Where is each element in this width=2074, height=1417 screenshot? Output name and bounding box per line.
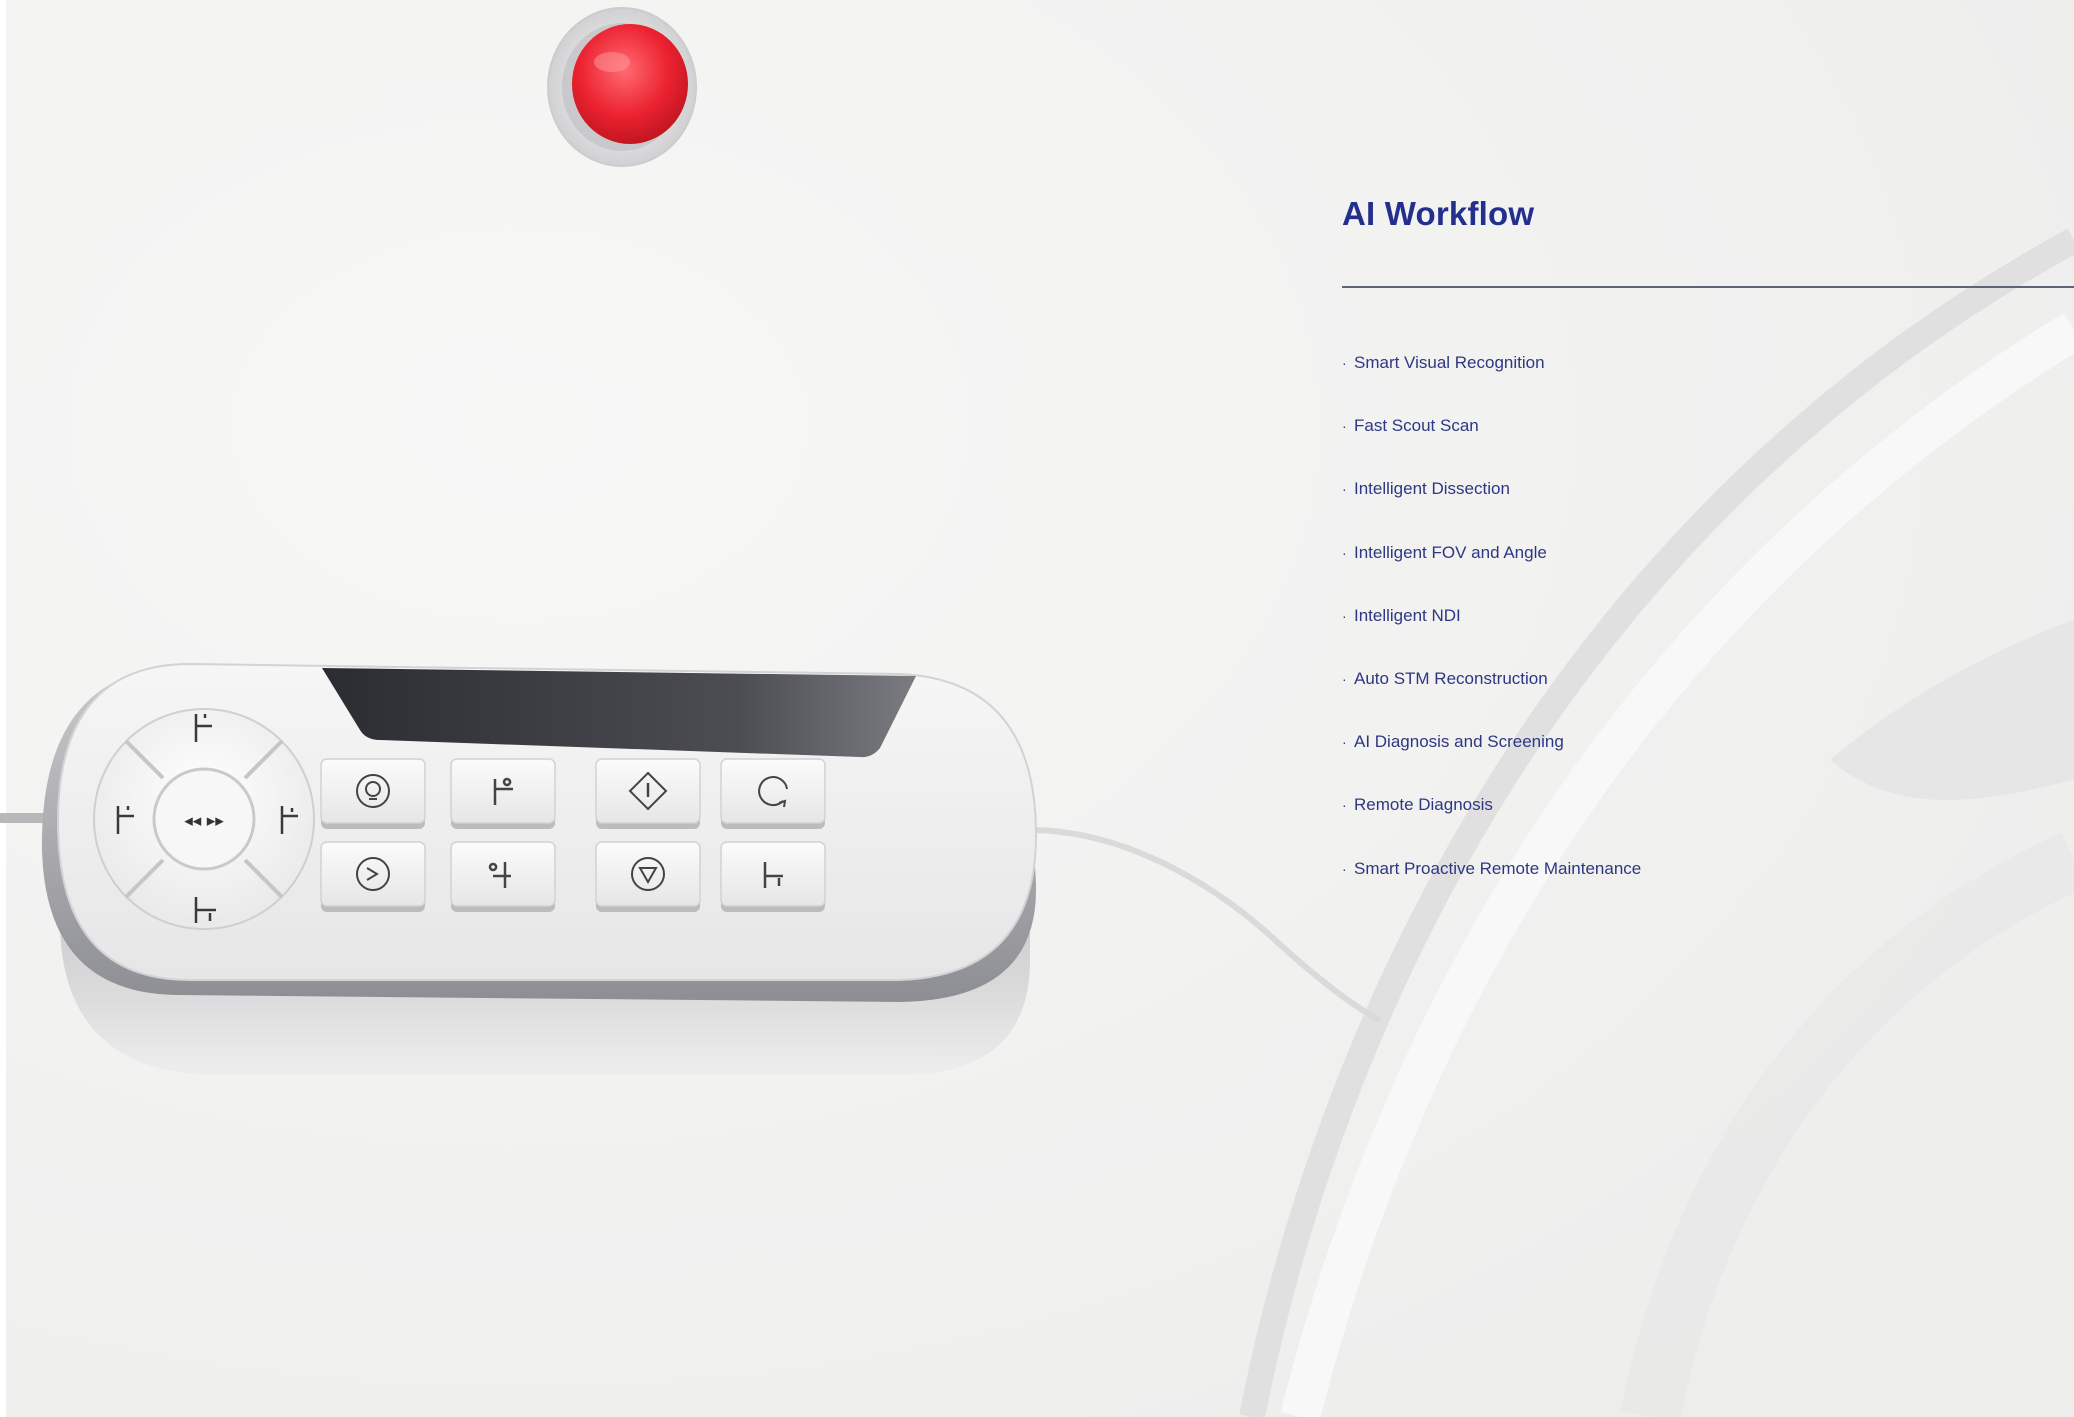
feature-item: · Smart Visual Recognition — [1342, 353, 1641, 416]
bullet-icon: · — [1342, 355, 1347, 371]
hand-controller: ◂◂ ▸▸ — [41, 662, 1038, 1075]
bullet-icon: · — [1342, 670, 1347, 687]
voice-key[interactable] — [320, 841, 426, 912]
table-down-key[interactable] — [720, 841, 826, 912]
feature-label: Smart Proactive Remote Maintenance — [1354, 858, 1642, 878]
feature-label: Remote Diagnosis — [1354, 795, 1493, 815]
feature-label: Auto STM Reconstruction — [1354, 668, 1548, 688]
stop-key[interactable] — [595, 841, 701, 912]
lamp-key[interactable] — [320, 758, 426, 829]
bullet-icon: · — [1342, 481, 1347, 498]
feature-item: · Fast Scout Scan — [1342, 416, 1641, 479]
table-in-key[interactable] — [450, 758, 556, 829]
rotate-key[interactable] — [720, 758, 826, 829]
feature-label: Intelligent NDI — [1354, 605, 1461, 625]
emergency-stop-button[interactable] — [547, 7, 697, 167]
heading-divider — [1342, 286, 2074, 288]
bullet-icon: · — [1342, 797, 1347, 814]
feature-item: · Intelligent Dissection — [1342, 479, 1641, 542]
feature-item: · Remote Diagnosis — [1342, 795, 1641, 858]
feature-label: Fast Scout Scan — [1354, 416, 1479, 436]
feature-label: Intelligent FOV and Angle — [1354, 542, 1547, 562]
dial-center-glyph: ◂◂ ▸▸ — [184, 811, 224, 831]
section-heading: AI Workflow — [1342, 195, 1535, 232]
feature-item: · Auto STM Reconstruction — [1342, 669, 1641, 732]
feature-item: · Intelligent FOV and Angle — [1342, 543, 1641, 606]
direction-dial: ◂◂ ▸▸ — [93, 708, 315, 930]
bullet-icon: · — [1342, 860, 1347, 877]
feature-label: Smart Visual Recognition — [1354, 353, 1545, 372]
feature-item: · Smart Proactive Remote Maintenance — [1342, 859, 1641, 922]
bullet-icon: · — [1342, 418, 1347, 435]
feature-item: · Intelligent NDI — [1342, 606, 1641, 669]
table-out-key[interactable] — [450, 841, 556, 912]
info-panel: AI Workflow · Smart Visual Recognition · Fa… — [1342, 195, 2074, 878]
bullet-icon: · — [1342, 734, 1347, 751]
dial-center-button[interactable]: ◂◂ ▸▸ — [152, 767, 256, 871]
bullet-icon: · — [1342, 544, 1347, 561]
feature-label: AI Diagnosis and Screening — [1354, 732, 1564, 752]
start-scan-key[interactable] — [595, 758, 701, 829]
feature-list: · Smart Visual Recognition · Fast Scout Sca… — [1342, 353, 1641, 922]
feature-label: Intelligent Dissection — [1354, 479, 1510, 499]
bullet-icon: · — [1342, 607, 1347, 624]
feature-item: · AI Diagnosis and Screening — [1342, 732, 1641, 795]
